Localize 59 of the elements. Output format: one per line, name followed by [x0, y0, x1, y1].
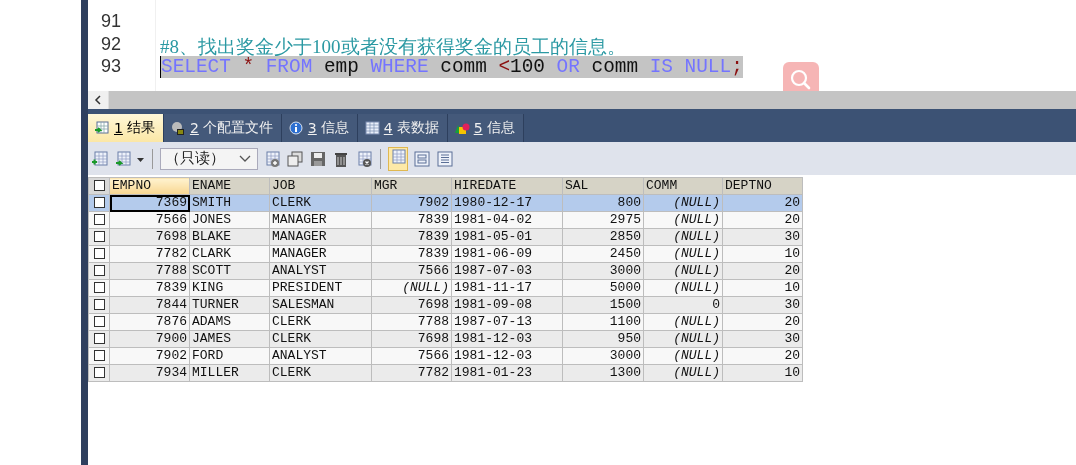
table-icon	[363, 120, 380, 136]
chevron-down-icon	[239, 154, 251, 163]
import-icon[interactable]	[114, 149, 132, 168]
column-header[interactable]: HIREDATE	[451, 177, 563, 195]
result-tab[interactable]: 3 信息	[281, 114, 358, 142]
code-token: IS	[649, 56, 673, 78]
row-checkbox[interactable]	[93, 282, 105, 294]
column-header[interactable]: SAL	[562, 177, 644, 195]
result-tab[interactable]: 4 表数据	[357, 114, 448, 142]
chevron-left-icon	[94, 95, 102, 105]
save-icon[interactable]	[309, 149, 327, 168]
mode-dropdown[interactable]: （只读）	[160, 147, 258, 170]
line-number: 93	[100, 56, 123, 78]
code-token: comm	[440, 56, 487, 78]
code-token: ;	[731, 56, 743, 78]
row-checkbox[interactable]	[93, 231, 105, 243]
duplicate-icon[interactable]	[286, 149, 304, 168]
column-header[interactable]: DEPTNO	[722, 177, 803, 195]
column-header[interactable]: COMM	[643, 177, 723, 195]
row-checkbox[interactable]	[93, 367, 105, 379]
add-row-icon[interactable]	[91, 149, 109, 168]
code-comment: #8、找出奖金少于100或者没有获得奖金的员工的信息。	[160, 34, 626, 56]
cancel-icon[interactable]	[355, 149, 373, 168]
code-token: NULL	[684, 56, 732, 78]
text-view-icon[interactable]	[436, 149, 454, 168]
result-tab[interactable]: 5 信息	[447, 114, 524, 142]
code-token: emp	[323, 56, 359, 78]
search-icon	[789, 68, 813, 91]
scroll-left-button[interactable]	[88, 91, 108, 109]
row-checkbox[interactable]	[93, 299, 105, 311]
code-token: FROM	[265, 56, 313, 78]
code-token: WHERE	[370, 56, 429, 78]
column-header[interactable]: EMPNO	[109, 177, 190, 195]
code-token: 100	[510, 56, 545, 78]
result-tab[interactable]: 2 个配置文件	[163, 114, 282, 142]
row-checkbox[interactable]	[93, 350, 105, 362]
grid-icon	[94, 120, 110, 136]
code-token: OR	[556, 56, 580, 78]
row-checkbox[interactable]	[93, 265, 105, 277]
code-token: SELECT	[161, 56, 231, 78]
form-view-icon[interactable]	[413, 149, 431, 168]
row-checkbox[interactable]	[93, 214, 105, 226]
select-all-checkbox[interactable]	[93, 180, 105, 192]
insert-row-icon[interactable]	[263, 149, 281, 168]
row-checkbox[interactable]	[93, 316, 105, 328]
line-number: 92	[100, 33, 123, 56]
profile-icon	[169, 120, 186, 136]
column-header[interactable]: ENAME	[189, 177, 270, 195]
result-tab[interactable]: 1 结果	[88, 114, 164, 142]
code-token: comm	[591, 56, 639, 78]
info-icon	[287, 120, 304, 136]
row-checkbox[interactable]	[93, 333, 105, 345]
code-token: *	[242, 56, 255, 78]
code-token: <	[498, 56, 511, 78]
row-checkbox[interactable]	[93, 248, 105, 260]
line-number: 91	[100, 11, 123, 33]
column-header[interactable]: MGR	[371, 177, 452, 195]
row-checkbox[interactable]	[93, 197, 105, 209]
column-header[interactable]: JOB	[269, 177, 372, 195]
